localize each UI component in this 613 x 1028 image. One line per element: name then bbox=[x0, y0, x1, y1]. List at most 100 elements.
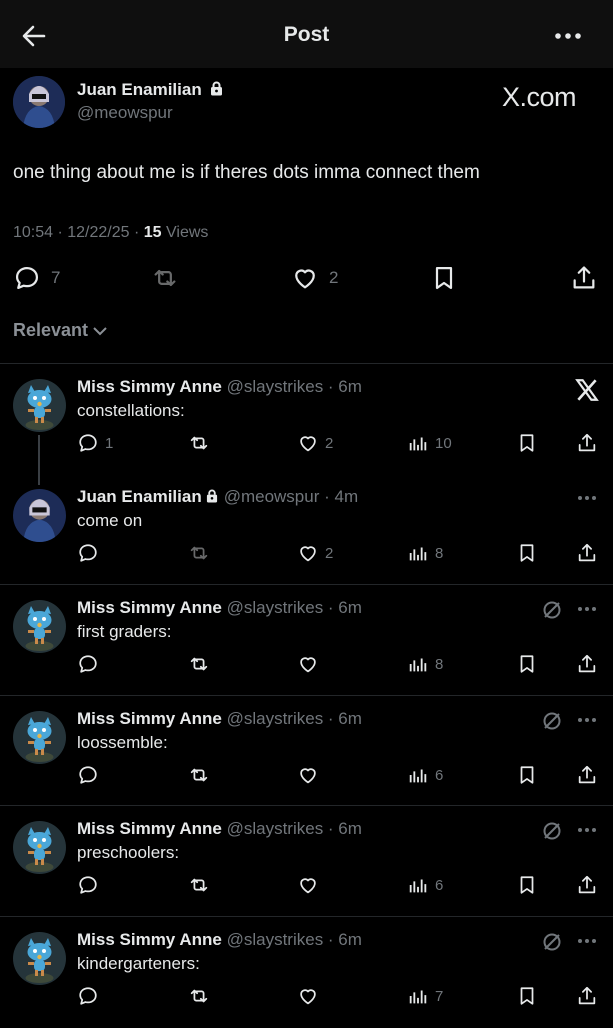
author-name[interactable]: Miss Simmy Anne bbox=[77, 930, 222, 949]
repost-icon bbox=[190, 657, 208, 671]
lock-icon bbox=[206, 489, 217, 503]
author-name[interactable]: Miss Simmy Anne bbox=[77, 709, 222, 728]
thread-line bbox=[38, 435, 40, 485]
views-button[interactable]: 6 bbox=[407, 763, 443, 787]
comment-icon bbox=[79, 987, 97, 1005]
hidden-icon[interactable] bbox=[540, 709, 564, 733]
sort-dropdown[interactable]: Relevant bbox=[13, 320, 108, 341]
author-handle[interactable]: @slaystrikes · 6m bbox=[227, 377, 362, 396]
avatar[interactable] bbox=[13, 600, 66, 653]
heart-icon bbox=[300, 657, 316, 673]
views-button[interactable]: 7 bbox=[407, 984, 443, 1008]
more-icon[interactable] bbox=[576, 487, 598, 509]
bookmark-button[interactable] bbox=[516, 873, 538, 897]
share-button[interactable] bbox=[570, 263, 598, 293]
reply-text: kindergarteners: bbox=[77, 954, 200, 973]
reply-actions: 6 bbox=[0, 873, 613, 897]
share-button[interactable] bbox=[576, 984, 598, 1008]
author-name[interactable]: Miss Simmy Anne bbox=[77, 598, 222, 617]
share-button[interactable] bbox=[576, 541, 598, 565]
hidden-icon[interactable] bbox=[540, 819, 564, 843]
more-icon[interactable] bbox=[576, 819, 598, 841]
bookmark-button[interactable] bbox=[516, 984, 538, 1008]
reply-button[interactable]: 1 bbox=[77, 431, 113, 455]
share-icon bbox=[578, 765, 596, 784]
reply-item[interactable]: Miss Simmy Anne @slaystrikes · 6m loosse… bbox=[0, 697, 613, 807]
reply-item[interactable]: Miss Simmy Anne @slaystrikes · 6m kinder… bbox=[0, 918, 613, 1028]
more-icon[interactable] bbox=[576, 709, 598, 731]
bookmark-button[interactable] bbox=[516, 763, 538, 787]
bookmark-button[interactable] bbox=[516, 652, 538, 676]
share-button[interactable] bbox=[576, 873, 598, 897]
views-icon bbox=[409, 658, 427, 672]
bookmark-button[interactable] bbox=[516, 541, 538, 565]
reply-item[interactable]: Miss Simmy Anne @slaystrikes · 6m first … bbox=[0, 586, 613, 696]
like-button[interactable]: 2 bbox=[297, 431, 333, 455]
reply-item[interactable]: Miss Simmy Anne @slaystrikes · 6m presch… bbox=[0, 807, 613, 917]
reply-text: loossemble: bbox=[77, 733, 168, 752]
views-button[interactable]: 10 bbox=[407, 431, 452, 455]
reply-button[interactable] bbox=[77, 984, 105, 1008]
more-icon[interactable] bbox=[576, 598, 598, 620]
repost-button[interactable] bbox=[188, 763, 210, 787]
author-handle[interactable]: @slaystrikes · 6m bbox=[227, 598, 362, 617]
avatar[interactable] bbox=[13, 489, 66, 542]
reply-item[interactable]: Juan Enamilian @meowspur · 4m come on 2 8 bbox=[0, 475, 613, 585]
share-button[interactable] bbox=[576, 431, 598, 455]
heart-icon bbox=[300, 878, 316, 894]
author-handle[interactable]: @slaystrikes · 6m bbox=[227, 709, 362, 728]
more-icon[interactable] bbox=[553, 22, 583, 50]
repost-button[interactable] bbox=[188, 652, 210, 676]
reply-button[interactable] bbox=[77, 873, 105, 897]
author-handle[interactable]: @meowspur · 4m bbox=[224, 487, 358, 506]
heart-icon bbox=[300, 989, 316, 1005]
author-name[interactable]: Juan Enamilian bbox=[77, 80, 223, 100]
like-button[interactable]: 2 bbox=[297, 541, 333, 565]
heart-icon bbox=[300, 546, 316, 562]
repost-icon bbox=[154, 269, 176, 287]
hidden-icon[interactable] bbox=[540, 598, 564, 622]
avatar[interactable] bbox=[13, 711, 66, 764]
like-button[interactable] bbox=[297, 984, 325, 1008]
views-button[interactable]: 8 bbox=[407, 541, 443, 565]
views-button[interactable]: 6 bbox=[407, 873, 443, 897]
comment-icon bbox=[79, 876, 97, 894]
avatar[interactable] bbox=[13, 821, 66, 874]
repost-icon bbox=[190, 436, 208, 450]
share-button[interactable] bbox=[576, 763, 598, 787]
views-button[interactable]: 8 bbox=[407, 652, 443, 676]
avatar[interactable] bbox=[13, 932, 66, 985]
like-button[interactable] bbox=[297, 873, 325, 897]
like-button[interactable]: 2 bbox=[291, 263, 338, 293]
author-name[interactable]: Miss Simmy Anne bbox=[77, 377, 222, 396]
page-title: Post bbox=[283, 23, 330, 46]
reply-button[interactable] bbox=[77, 652, 105, 676]
reply-button[interactable] bbox=[77, 541, 105, 565]
hidden-icon[interactable] bbox=[540, 930, 564, 954]
repost-button[interactable] bbox=[188, 431, 210, 455]
avatar[interactable] bbox=[13, 76, 65, 128]
reply-button[interactable] bbox=[77, 763, 105, 787]
bookmark-button[interactable] bbox=[516, 431, 538, 455]
author-handle[interactable]: @slaystrikes · 6m bbox=[227, 930, 362, 949]
like-button[interactable] bbox=[297, 652, 325, 676]
reply-item[interactable]: Miss Simmy Anne @slaystrikes · 6m conste… bbox=[0, 365, 613, 475]
like-button[interactable] bbox=[297, 763, 325, 787]
bookmark-button[interactable] bbox=[430, 263, 458, 293]
reply-button[interactable]: 7 bbox=[13, 263, 60, 293]
views-icon bbox=[409, 769, 427, 783]
author-name[interactable]: Miss Simmy Anne bbox=[77, 819, 222, 838]
share-button[interactable] bbox=[576, 652, 598, 676]
repost-button[interactable] bbox=[188, 873, 210, 897]
avatar[interactable] bbox=[13, 379, 66, 432]
repost-icon bbox=[190, 546, 208, 560]
author-handle[interactable]: @slaystrikes · 6m bbox=[227, 819, 362, 838]
repost-button[interactable] bbox=[188, 541, 210, 565]
repost-button[interactable] bbox=[188, 984, 210, 1008]
more-icon[interactable] bbox=[576, 930, 598, 952]
like-count: 2 bbox=[325, 544, 334, 562]
views-count: 7 bbox=[435, 987, 444, 1005]
repost-button[interactable] bbox=[151, 263, 179, 293]
author-name[interactable]: Juan Enamilian bbox=[77, 487, 202, 506]
author-handle[interactable]: @meowspur bbox=[77, 103, 173, 123]
